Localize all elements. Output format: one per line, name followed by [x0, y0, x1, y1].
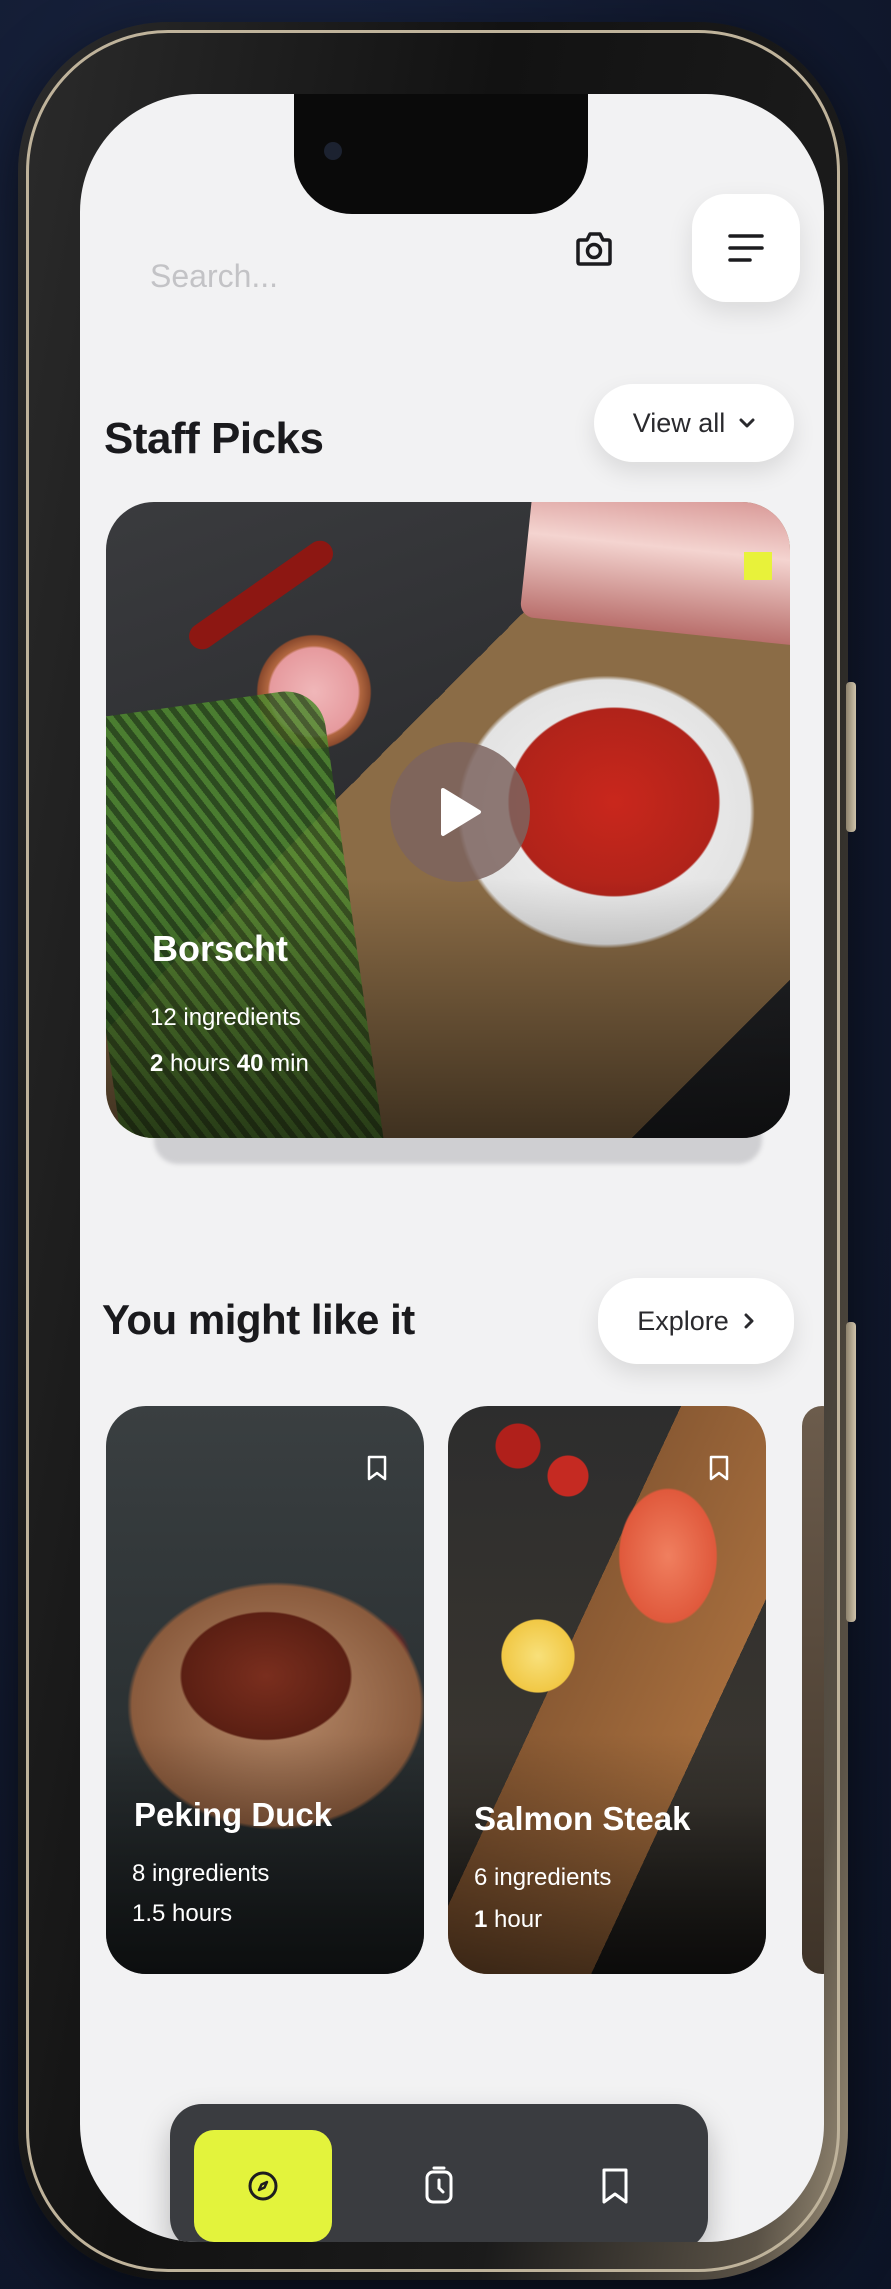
nav-item-timer[interactable] [370, 2130, 508, 2242]
timer-icon [425, 2166, 453, 2204]
bottom-nav [170, 2104, 708, 2242]
nav-item-saved[interactable] [546, 2130, 684, 2242]
highlight-marker [744, 552, 772, 580]
menu-icon [728, 234, 764, 262]
section-title-staff-picks: Staff Picks [104, 414, 324, 463]
play-button[interactable] [390, 742, 530, 882]
time-minutes-value: 40 [236, 1050, 264, 1077]
recipe-card-peek[interactable] [802, 1406, 824, 1974]
recipe-time: 1 hour [474, 1906, 542, 1934]
time-value: 1 [474, 1906, 488, 1933]
recipe-card[interactable]: Salmon Steak 6 ingredients 1 hour [448, 1406, 766, 1974]
featured-recipe-card[interactable]: Borscht 12 ingredients 2 hours 40 min [106, 502, 790, 1138]
recipe-time: 1.5 hours [132, 1900, 233, 1927]
recipe-title: Borscht [152, 928, 289, 969]
side-button [846, 1322, 856, 1622]
bookmark-icon[interactable] [366, 1454, 388, 1482]
card-overlay [106, 1734, 424, 1974]
bookmark-icon[interactable] [708, 1454, 730, 1482]
card-overlay [448, 1734, 766, 1974]
front-camera [324, 142, 342, 160]
camera-button[interactable] [558, 212, 630, 284]
recipe-ingredients: 6 ingredients [474, 1864, 612, 1891]
food-photo-chili [183, 535, 339, 655]
chevron-down-icon [739, 418, 755, 428]
recipe-ingredients: 8 ingredients [132, 1860, 270, 1887]
recipe-time: 2 hours 40 min [150, 1050, 309, 1078]
explore-button[interactable]: Explore [598, 1278, 794, 1364]
bookmark-icon [602, 2168, 628, 2204]
nav-item-discover[interactable] [194, 2130, 332, 2242]
play-icon [441, 788, 481, 836]
time-unit: hour [494, 1906, 543, 1933]
app-screen: Search... Staff Picks View all Borscht 1… [80, 94, 824, 2242]
compass-icon [248, 2171, 278, 2201]
time-hours-value: 2 [150, 1050, 164, 1077]
recipe-title: Peking Duck [134, 1796, 333, 1833]
menu-button[interactable] [692, 194, 800, 302]
camera-icon [576, 232, 612, 266]
chevron-right-icon [744, 1313, 754, 1329]
time-hours-unit: hours [170, 1050, 231, 1077]
recipe-card[interactable]: Peking Duck 8 ingredients 1.5 hours [106, 1406, 424, 1974]
explore-label: Explore [637, 1305, 729, 1336]
view-all-label: View all [632, 407, 726, 438]
side-button [846, 682, 856, 832]
time-minutes-unit: min [270, 1050, 309, 1077]
view-all-button[interactable]: View all [594, 384, 794, 462]
recipe-ingredients: 12 ingredients [150, 1004, 301, 1031]
notch [294, 94, 588, 214]
search-input[interactable]: Search... [150, 258, 278, 295]
recipe-title: Salmon Steak [474, 1800, 691, 1837]
phone-frame: Search... Staff Picks View all Borscht 1… [18, 22, 856, 2280]
section-title-suggestions: You might like it [102, 1296, 415, 1343]
